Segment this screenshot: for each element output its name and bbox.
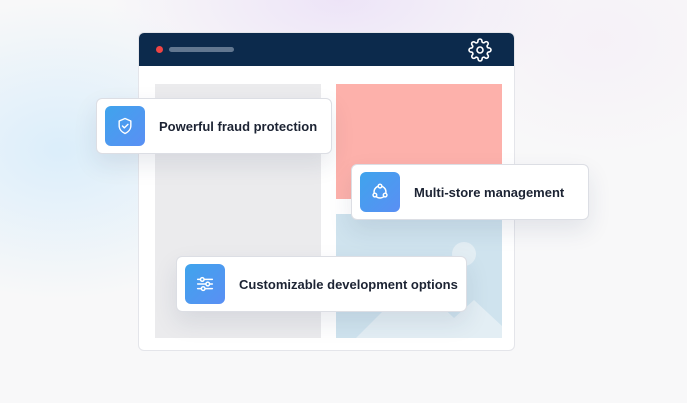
- feature-card-fraud-protection[interactable]: Powerful fraud protection: [96, 98, 332, 154]
- window-titlebar: [139, 33, 514, 66]
- feature-card-multi-store[interactable]: Multi-store management: [351, 164, 589, 220]
- close-dot[interactable]: [156, 46, 163, 53]
- feature-label: Multi-store management: [414, 184, 565, 200]
- feature-card-customizable-development[interactable]: Customizable development options: [176, 256, 467, 312]
- gear-icon[interactable]: [468, 38, 492, 62]
- feature-label: Customizable development options: [239, 276, 458, 292]
- network-icon: [360, 172, 400, 212]
- shield-check-icon: [105, 106, 145, 146]
- feature-label: Powerful fraud protection: [159, 118, 318, 134]
- sliders-icon: [185, 264, 225, 304]
- title-placeholder-bar: [169, 47, 234, 52]
